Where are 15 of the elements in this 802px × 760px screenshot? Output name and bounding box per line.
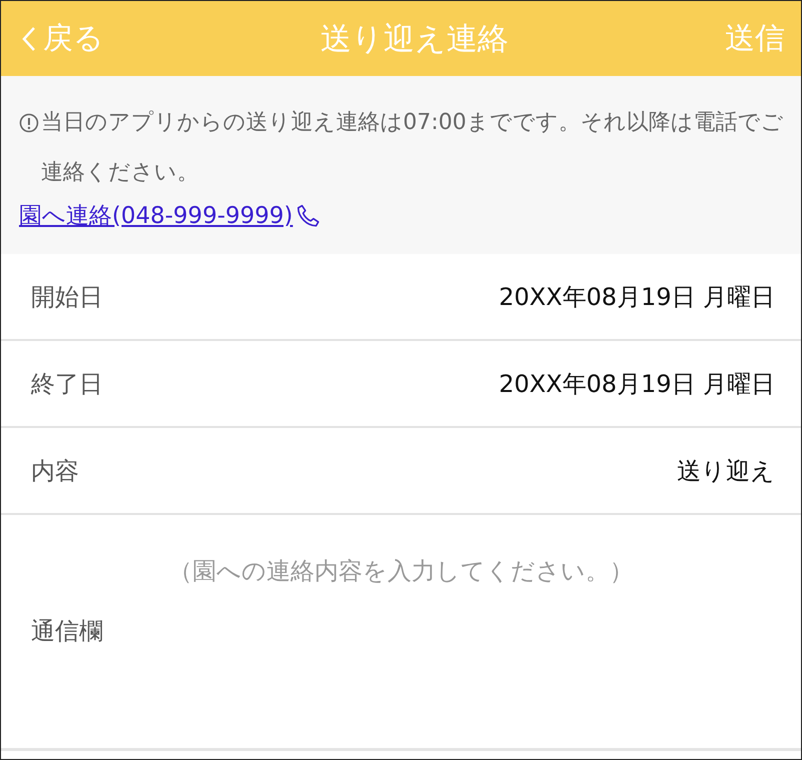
chevron-left-icon [21,26,37,52]
form-row[interactable]: 開始日 20XX年08月19日 月曜日 [1,254,801,341]
phone-link[interactable]: 園へ連絡(048-999-9999) [19,200,293,231]
notice-text: 当日のアプリからの送り迎え連絡は07:00までです。それ以降は電話でご連絡ください。 [41,109,784,187]
field-value: 送り迎え [677,456,775,486]
form-row[interactable]: 終了日 20XX年08月19日 月曜日 [1,341,801,428]
field-label: 通信欄 [31,616,103,647]
exclamation-icon [19,113,39,133]
field-value: 20XX年08月19日 月曜日 [498,282,775,312]
field-label: 内容 [31,456,79,486]
field-label: 終了日 [31,368,103,400]
phone-icon [294,202,321,228]
screen-title: 送り迎え連絡 [320,20,508,58]
field-label: 開始日 [31,282,103,312]
field-value: 20XX年08月19日 月曜日 [498,368,775,400]
